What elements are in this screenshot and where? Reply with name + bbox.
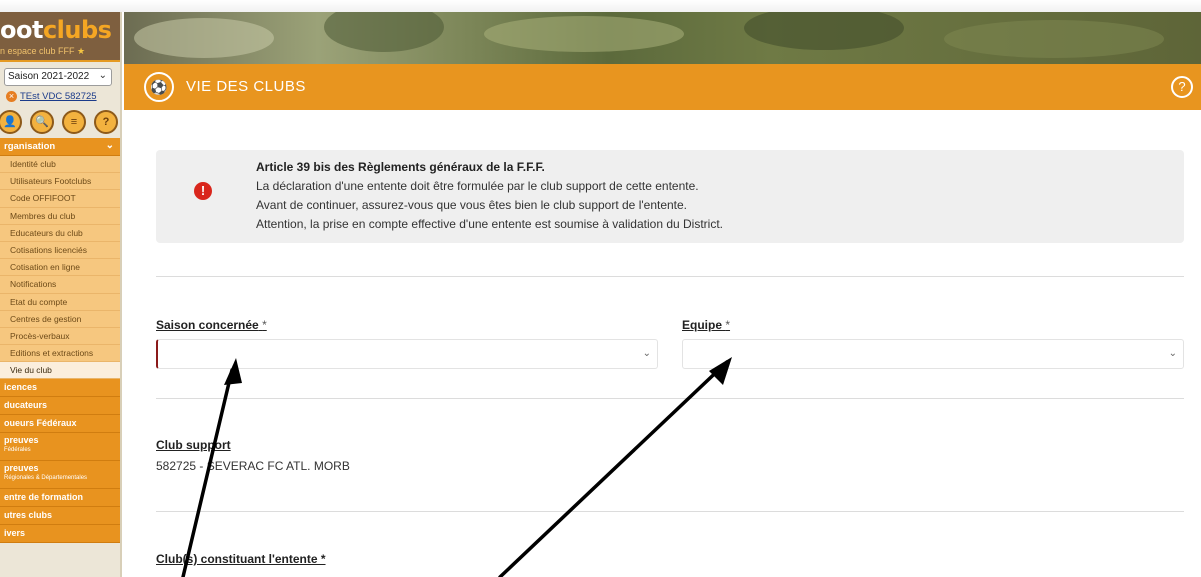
fff-logo-icon: ⚽ [144, 72, 174, 102]
team-select-field[interactable]: ⌄ [682, 339, 1184, 369]
sidebar-item-vie-du-club[interactable]: Vie du club [0, 362, 120, 380]
team-field-label: Equipe * [682, 318, 731, 332]
sidebar-tools: 👤 🔍 ≡ ? [0, 110, 120, 134]
sidebar-item-identite-club[interactable]: Identité club [0, 156, 120, 174]
chevron-down-icon: ⌄ [98, 70, 107, 81]
footclubs-logo[interactable]: ootclubs n espace club FFF ★ [0, 12, 120, 62]
club-support-value: 582725 - SEVERAC FC ATL. MORB [156, 459, 350, 473]
divider [156, 398, 1184, 399]
menu-section-epreuves-federales[interactable]: preuves Fédérales [0, 433, 120, 462]
logo-tagline: n espace club FFF ★ [0, 46, 86, 56]
menu-section-licences[interactable]: icences [0, 379, 120, 398]
sidebar-item-utilisateurs[interactable]: Utilisateurs Footclubs [0, 173, 120, 191]
season-select[interactable]: Saison 2021-2022 ⌄ [4, 68, 112, 86]
alert-line: Avant de continuer, assurez-vous que vou… [256, 198, 688, 212]
help-button[interactable]: ? [1171, 76, 1193, 98]
menu-section-joueurs-federaux[interactable]: oueurs Fédéraux [0, 415, 120, 434]
menu-section-organisation[interactable]: rganisation ⌄ [0, 138, 120, 156]
sidebar-item-centres-gestion[interactable]: Centres de gestion [0, 310, 120, 328]
sidebar-item-editions[interactable]: Editions et extractions [0, 345, 120, 363]
close-icon[interactable]: × [6, 91, 17, 102]
page-header: ⚽ VIE DES CLUBS ? [124, 64, 1201, 110]
main-content: ! Article 39 bis des Règlements généraux… [124, 110, 1201, 577]
season-field-label: Saison concernée * [156, 318, 267, 332]
alert-line: La déclaration d'une entente doit être f… [256, 179, 699, 193]
top-strip [0, 0, 1201, 12]
star-icon: ★ [77, 46, 86, 56]
sidebar-item-cotisations-licencies[interactable]: Cotisations licenciés [0, 241, 120, 260]
sidebar-item-cotisation-en-ligne[interactable]: Cotisation en ligne [0, 259, 120, 277]
sidebar-menu: rganisation ⌄ Identité club Utilisateurs… [0, 138, 120, 544]
menu-section-educateurs[interactable]: ducateurs [0, 397, 120, 416]
user-icon[interactable]: 👤 [0, 110, 22, 134]
menu-section-autres-clubs[interactable]: utres clubs [0, 507, 120, 526]
sidebar-item-notifications[interactable]: Notifications [0, 276, 120, 294]
page: ootclubs n espace club FFF ★ Saison 2021… [0, 0, 1201, 577]
divider [156, 511, 1184, 512]
document-icon[interactable]: ≡ [62, 110, 86, 134]
club-support-label: Club support [156, 438, 231, 452]
season-select-field[interactable]: ⌄ [156, 339, 658, 369]
menu-section-divers[interactable]: ivers [0, 525, 120, 544]
info-alert: ! Article 39 bis des Règlements généraux… [156, 150, 1184, 243]
help-icon[interactable]: ? [94, 110, 118, 134]
chevron-down-icon: ⌄ [642, 348, 651, 359]
menu-section-centre-formation[interactable]: entre de formation [0, 489, 120, 508]
sidebar-item-educateurs-club[interactable]: Educateurs du club [0, 224, 120, 242]
search-icon[interactable]: 🔍 [30, 110, 54, 134]
sidebar: ootclubs n espace club FFF ★ Saison 2021… [0, 12, 122, 577]
alert-title: Article 39 bis des Règlements généraux d… [256, 160, 545, 174]
page-title: VIE DES CLUBS [186, 78, 306, 95]
divider [156, 276, 1184, 277]
chevron-down-icon: ⌄ [1168, 348, 1177, 359]
sidebar-item-etat-compte[interactable]: Etat du compte [0, 293, 120, 311]
header-banner [124, 12, 1201, 64]
sidebar-item-code-offifoot[interactable]: Code OFFIFOOT [0, 190, 120, 208]
current-club-link[interactable]: × TEst VDC 582725 [6, 91, 118, 105]
menu-section-epreuves-regionales[interactable]: preuves Régionales & Départementales [0, 461, 120, 490]
logo-text: ootclubs [0, 16, 112, 44]
sidebar-item-proces-verbaux[interactable]: Procès-verbaux [0, 327, 120, 346]
clubs-entente-label: Club(s) constituant l'entente * [156, 552, 326, 566]
sidebar-item-membres[interactable]: Membres du club [0, 207, 120, 225]
chevron-down-icon: ⌄ [105, 140, 114, 151]
exclamation-icon: ! [194, 182, 212, 200]
alert-line: Attention, la prise en compte effective … [256, 217, 723, 231]
